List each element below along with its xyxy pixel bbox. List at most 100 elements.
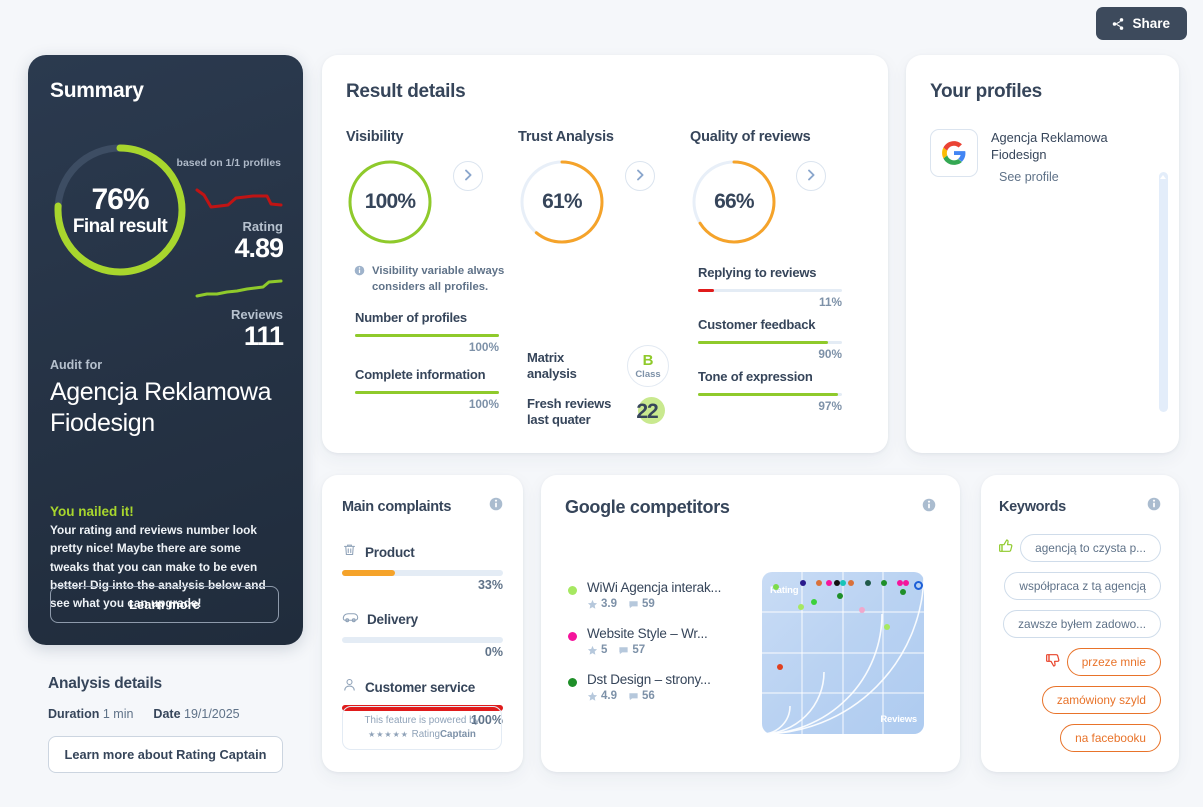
info-icon[interactable] [922,498,936,517]
chevron-right-icon [807,169,816,184]
competitor-rating: 4.9 [587,690,617,702]
competitor-list: WiWi Agencja interak... 3.9 59 Website S… [568,580,763,718]
reviews-label: Reviews [230,307,283,322]
complaint-track [342,637,503,643]
profile-list-item: Agencja Reklamowa Fiodesign See profile [930,129,1155,186]
duration-value: 1 min [102,707,134,721]
bar-customer-feedback: Customer feedback 90% [698,317,842,361]
competitor-info: Dst Design – strony... 4.9 56 [587,672,711,702]
learn-more-rating-captain-button[interactable]: Learn more about Rating Captain [48,736,283,773]
summary-card: Summary based on 1/1 profiles 76% Final … [28,55,303,645]
competitor-item[interactable]: WiWi Agencja interak... 3.9 59 [568,580,763,610]
bar-fill [698,341,828,344]
metric-quality: Quality of reviews 66% [690,129,811,246]
complaint-head: Delivery [342,610,503,629]
matrix-analysis-label: Matrix analysis [527,349,577,381]
bar-fill [698,289,714,292]
bar-percent: 11% [819,295,842,309]
chevron-right-icon [636,169,645,184]
competitor-color-dot [568,632,577,641]
competitor-stats: 4.9 56 [587,690,711,702]
fresh-reviews-value: 22 [636,400,658,423]
visibility-details-button[interactable] [453,161,483,191]
metric-trust: Trust Analysis 61% [518,129,614,246]
keyword-chip[interactable]: zamówiony szyld [1041,686,1161,714]
competitors-scatter-chart[interactable]: Rating Reviews [762,572,924,734]
complaint-label: Customer service [365,679,476,695]
complaint-label: Delivery [367,612,418,627]
rating-value: 4.89 [234,233,284,264]
powered-brand-1: Rating [411,728,440,740]
complaint-head: Customer service [342,677,503,697]
competitor-reviews-value: 56 [642,690,655,702]
powered-stars: ★★★★★ [368,729,409,739]
summary-title: Summary [50,79,144,102]
thumbs-up-icon [998,538,1014,559]
keyword-chip[interactable]: agencją to czysta p... [1020,534,1161,562]
info-icon[interactable] [1147,497,1161,516]
bar-label: Tone of expression [698,369,813,384]
powered-by-badge: This feature is powered by ★★★★★ RatingC… [342,705,502,750]
final-result-label: Final result [72,215,168,237]
bar-number-of-profiles: Number of profiles 100% [355,310,499,354]
info-icon[interactable] [489,497,503,516]
scatter-point [839,579,846,586]
competitor-item[interactable]: Website Style – Wr... 5 57 [568,626,763,656]
trust-details-button[interactable] [625,161,655,191]
complaint-percent: 0% [484,645,503,659]
keyword-row: zawsze byłem zadowo... [1003,610,1161,638]
scatter-point [798,603,805,610]
competitor-name: WiWi Agencja interak... [587,580,722,595]
keyword-chip[interactable]: na facebooku [1060,724,1161,752]
summary-headline: You nailed it! [50,504,134,519]
bar-tone-of-expression: Tone of expression 97% [698,369,842,413]
complaint-fill [342,570,396,576]
rating-label: Rating [242,219,283,234]
complaint-delivery: Delivery 0% [342,610,503,659]
keyword-chip[interactable]: współpraca z tą agencją [1004,572,1161,600]
share-button[interactable]: Share [1096,7,1187,40]
quality-ring: 66% [690,158,778,246]
competitor-reviews: 56 [628,690,655,702]
powered-line1: This feature is powered by [364,714,480,726]
bar-label: Customer feedback [698,317,816,332]
reviews-value: 111 [243,321,284,352]
see-profile-link[interactable]: See profile [999,170,1059,184]
keyword-chip[interactable]: przeze mnie [1066,648,1161,676]
competitor-info: WiWi Agencja interak... 3.9 59 [587,580,721,610]
thumbs-down-icon [1045,652,1061,673]
keywords-list: agencją to czysta p... współpraca z tą ag… [999,534,1161,752]
bar-track [698,393,842,396]
bar-track [698,289,842,292]
competitor-color-dot [568,586,577,595]
visibility-percent: 100% [364,190,416,213]
truck-icon [342,610,359,629]
competitor-stats: 5 57 [587,644,708,656]
quality-details-button[interactable] [796,161,826,191]
competitor-item[interactable]: Dst Design – strony... 4.9 56 [568,672,763,702]
profiles-scrollbar[interactable] [1159,172,1168,412]
reviews-sparkline-block: Reviews 111 [195,277,284,352]
metric-visibility: Visibility 100% [346,129,434,246]
bar-fill [355,334,499,337]
chevron-right-icon [464,169,473,184]
complaints-header: Main complaints [342,497,503,516]
complaint-track [342,570,503,576]
dashboard-page: Share Summary based on 1/1 profiles 76% … [0,0,1203,807]
share-icon [1111,17,1125,31]
keyword-chip[interactable]: zawsze byłem zadowo... [1003,610,1161,638]
person-icon [342,677,357,697]
your-profiles-title: Your profiles [930,81,1042,102]
complaint-product: Product 33% [342,542,503,592]
competitor-rating-value: 4.9 [601,690,617,702]
matrix-class-letter: B [642,351,654,369]
trust-percent: 61% [542,190,582,213]
keyword-row: agencją to czysta p... [998,534,1161,562]
matrix-class-word: Class [635,368,661,380]
analysis-details-title: Analysis details [48,675,162,692]
bar-percent: 97% [818,399,842,413]
competitor-name: Website Style – Wr... [587,626,708,641]
competitor-stats: 3.9 59 [587,598,721,610]
main-complaints-title: Main complaints [342,498,452,515]
learn-more-button[interactable]: Learn more [50,586,279,623]
